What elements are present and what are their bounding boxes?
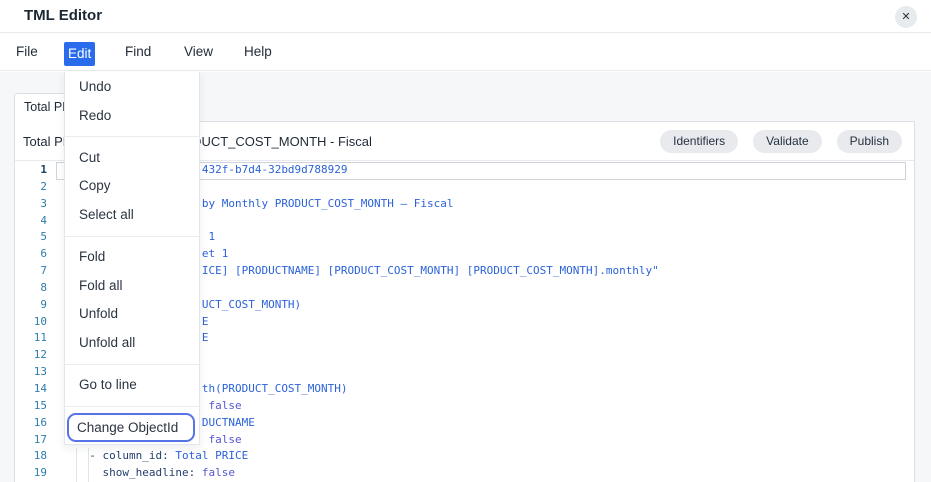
line-number: 17 — [15, 432, 56, 449]
code-line-18[interactable]: 18 - column_id: Total PRICE — [15, 448, 914, 465]
line-number: 6 — [15, 246, 56, 263]
menu-item-fold[interactable]: Fold — [65, 243, 199, 272]
menubar-item-find[interactable]: Find — [125, 33, 151, 71]
line-number: 7 — [15, 263, 56, 280]
validate-button[interactable]: Validate — [753, 130, 821, 153]
menu-item-change-objectid[interactable]: Change ObjectId — [67, 413, 195, 442]
line-number: 11 — [15, 330, 56, 347]
menubar: File Edit Find View Help — [0, 33, 931, 71]
code-line-text: show_headline: false — [56, 465, 235, 482]
menu-item-unfold[interactable]: Unfold — [65, 300, 199, 329]
menubar-item-file[interactable]: File — [16, 33, 38, 71]
line-number: 2 — [15, 179, 56, 196]
line-number: 19 — [15, 465, 56, 482]
menu-divider — [65, 364, 199, 365]
line-number: 10 — [15, 314, 56, 331]
line-number: 9 — [15, 297, 56, 314]
menubar-item-edit[interactable]: Edit — [64, 42, 95, 66]
menu-item-copy[interactable]: Copy — [65, 172, 199, 201]
line-number: 5 — [15, 229, 56, 246]
menu-item-unfold-all[interactable]: Unfold all — [65, 329, 199, 358]
menu-divider — [65, 136, 199, 137]
menu-item-undo[interactable]: Undo — [65, 73, 199, 102]
menu-item-go-to-line[interactable]: Go to line — [65, 371, 199, 400]
tml-editor-window: TML Editor ✕ FileEditFindViewHelp Total … — [0, 0, 931, 482]
menu-item-fold-all[interactable]: Fold all — [65, 272, 199, 301]
line-number: 15 — [15, 398, 56, 415]
menubar-item-view[interactable]: View — [184, 33, 213, 71]
line-number: 14 — [15, 381, 56, 398]
menubar-item-help[interactable]: Help — [244, 33, 272, 71]
code-line-19[interactable]: 19 show_headline: false — [15, 465, 914, 482]
editor-actions: Identifiers Validate Publish — [660, 130, 902, 153]
line-number: 1 — [15, 162, 56, 179]
line-number: 8 — [15, 280, 56, 297]
close-icon: ✕ — [901, 11, 910, 23]
menu-divider — [65, 236, 199, 237]
identifiers-button[interactable]: Identifiers — [660, 130, 738, 153]
close-button[interactable]: ✕ — [895, 6, 917, 28]
line-number: 18 — [15, 448, 56, 465]
window-title: TML Editor — [24, 7, 102, 24]
menu-item-cut[interactable]: Cut — [65, 144, 199, 173]
line-number: 3 — [15, 196, 56, 213]
line-number: 12 — [15, 347, 56, 364]
edit-menu-dropdown: UndoRedoCutCopySelect allFoldFold allUnf… — [64, 72, 200, 445]
line-number: 4 — [15, 213, 56, 230]
menu-item-redo[interactable]: Redo — [65, 102, 199, 131]
menu-divider — [65, 406, 199, 407]
line-number: 13 — [15, 364, 56, 381]
publish-button[interactable]: Publish — [837, 130, 902, 153]
line-number: 16 — [15, 415, 56, 432]
menu-item-select-all[interactable]: Select all — [65, 201, 199, 230]
code-line-text: - column_id: Total PRICE — [56, 448, 248, 465]
window-header: TML Editor ✕ — [0, 0, 931, 33]
